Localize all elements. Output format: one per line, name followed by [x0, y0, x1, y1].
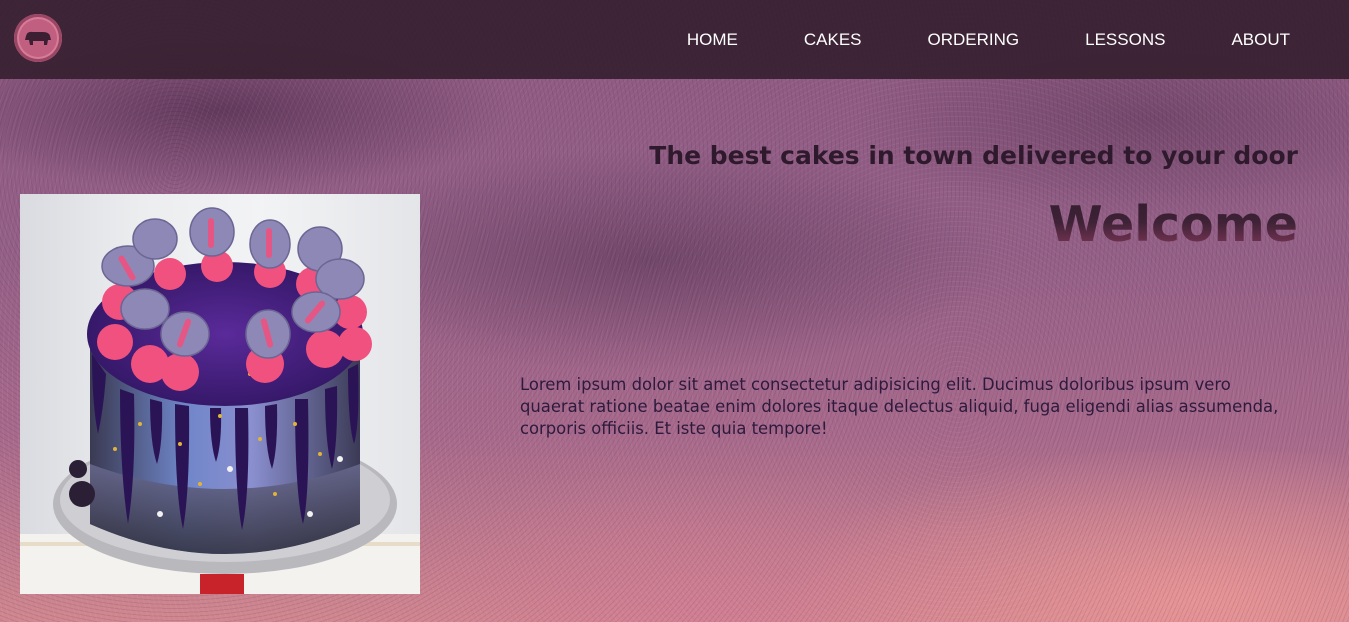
nav-cakes[interactable]: CAKES [804, 30, 862, 50]
hero-description: Lorem ipsum dolor sit amet consectetur a… [520, 375, 1279, 438]
cake-image [20, 194, 420, 594]
nav-home[interactable]: HOME [687, 30, 738, 50]
nav-about[interactable]: ABOUT [1231, 30, 1290, 50]
navbar: HOME CAKES ORDERING LESSONS ABOUT [0, 0, 1349, 79]
hero-heading: Welcome [1048, 196, 1298, 253]
nav-ordering[interactable]: ORDERING [928, 30, 1020, 50]
bakery-logo[interactable] [14, 14, 62, 62]
hero-tagline: The best cakes in town delivered to your… [649, 141, 1298, 170]
cow-emblem-icon [25, 31, 51, 45]
main-nav: HOME CAKES ORDERING LESSONS ABOUT [687, 0, 1290, 79]
nav-lessons[interactable]: LESSONS [1085, 30, 1165, 50]
